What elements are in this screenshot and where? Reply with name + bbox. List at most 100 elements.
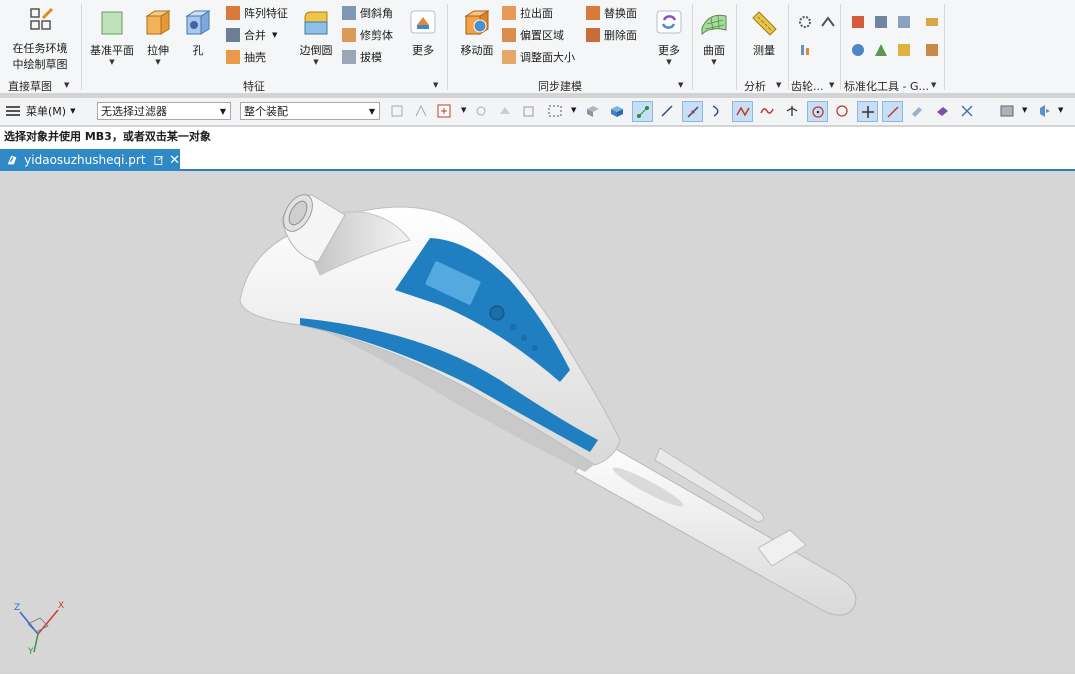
view-orient-icon[interactable] [1035,101,1055,121]
chevron-down-icon: ▼ [70,107,76,115]
edge-blend-icon [304,11,328,35]
std-tools-group-dropdown[interactable]: ▼ [931,81,936,89]
replace-face-button[interactable]: 替换面 [586,4,637,22]
chevron-down-icon[interactable]: ▼ [1022,106,1027,114]
assembly-scope-select[interactable]: 整个装配 ▼ [240,102,380,120]
helical-gear-icon[interactable] [818,12,838,32]
quadrant-snap-icon[interactable] [832,101,852,121]
midpoint-snap-icon[interactable] [682,101,703,122]
axis-z-label: Z [14,603,20,613]
gear-group-dropdown[interactable]: ▼ [829,81,834,89]
sync-more-button[interactable]: 更多 ▼ [650,8,688,66]
chevron-down-icon[interactable]: ▼ [571,106,576,114]
hole-button[interactable]: 孔 [182,8,214,58]
select-all-icon[interactable] [411,101,431,121]
pull-face-button[interactable]: 拉出面 [502,4,553,22]
line-snap-icon[interactable] [657,101,677,121]
object-select-icon[interactable] [471,101,491,121]
tab-part-file[interactable]: yidaosuzhusheqi.prt ✕ [0,149,180,171]
close-icon[interactable]: ✕ [169,153,180,168]
selection-toolbar: 菜单(M) ▼ 无选择过滤器 ▼ 整个装配 ▼ ▼ ▼ ▼ ▼ [0,98,1075,126]
trim-body-button[interactable]: 修剪体 [342,26,393,44]
sketch-in-task-button[interactable]: 在任务环境 中绘制草图 [8,6,72,72]
group-separator [692,4,693,90]
snap-end-icon[interactable] [632,101,653,122]
pattern-feature-label: 阵列特征 [244,7,288,20]
offset-region-button[interactable]: 偏置区域 [502,26,564,44]
gear-tool-icon[interactable] [795,12,815,32]
surface-button[interactable]: 曲面 ▼ [697,8,731,66]
extrude-label: 拉伸 [147,44,169,57]
chevron-down-icon: ▼ [155,58,161,66]
face-select-icon[interactable] [495,101,515,121]
bounded-grid-icon[interactable] [932,101,952,121]
chevron-down-icon: ▼ [219,107,226,116]
measure-button[interactable]: 测量 [746,8,782,58]
chamfer-icon [342,6,356,20]
snap-point-icon[interactable] [434,101,454,121]
delete-face-button[interactable]: 删除面 [586,26,637,44]
resize-face-button[interactable]: 调整面大小 [502,48,575,66]
body-select-icon[interactable] [519,101,539,121]
feature-group-dropdown[interactable]: ▼ [433,81,438,89]
menu-button[interactable]: 菜单(M) ▼ [6,102,75,120]
snap-settings-icon[interactable] [957,101,977,121]
deselect-icon[interactable] [387,101,407,121]
curve-snap-icon[interactable] [707,101,727,121]
existing-point-icon[interactable] [857,101,878,122]
group-label-analysis: 分析 [744,80,766,93]
pull-face-icon [502,6,516,20]
sketch-label-2: 中绘制草图 [12,58,68,71]
chevron-down-icon: ▼ [666,58,672,66]
model-render [239,194,857,616]
chevron-down-icon[interactable]: ▼ [1058,106,1063,114]
datum-plane-button[interactable]: 基准平面 ▼ [88,8,136,66]
rect-select-icon[interactable] [545,101,565,121]
shell-button[interactable]: 抽壳 [226,48,266,66]
axis-x-label: X [58,601,64,611]
group-label-gear: 齿轮... [791,80,824,93]
shell-label: 抽壳 [244,51,266,64]
status-prompt: 选择对象并使用 MB3，或者双击某一对象 [0,127,1075,147]
std-tool-4-icon[interactable] [922,12,942,32]
std-tool-8-icon[interactable] [922,40,942,60]
chevron-down-icon: ▼ [272,31,278,39]
resize-face-icon [502,50,516,64]
direct-sketch-dropdown[interactable]: ▼ [64,81,69,89]
std-tool-1-icon[interactable] [848,12,868,32]
spline-snap-icon[interactable] [757,101,777,121]
pattern-feature-button[interactable]: 阵列特征 [226,4,288,22]
intersection-snap-icon[interactable] [782,101,802,121]
graphics-viewport[interactable]: X Z Y [0,171,1075,671]
edge-blend-button[interactable]: 边倒圆 ▼ [296,8,336,66]
display-mode-icon[interactable] [997,101,1017,121]
trim-body-icon [342,28,356,42]
std-tool-6-icon[interactable] [871,40,891,60]
tab-detach-icon[interactable] [153,155,164,166]
coordinate-triad: X Z Y [14,601,64,656]
gear-param-icon[interactable] [795,40,815,60]
chevron-down-icon[interactable]: ▼ [461,106,466,114]
move-face-button[interactable]: 移动面 [455,8,499,58]
point-on-curve-icon[interactable] [882,101,903,122]
analysis-group-dropdown[interactable]: ▼ [776,81,781,89]
feature-more-button[interactable]: 更多 [404,8,442,58]
extrude-button[interactable]: 拉伸 ▼ [140,8,176,66]
std-tool-3-icon[interactable] [894,12,914,32]
control-point-icon[interactable] [732,101,753,122]
sketch-label-1: 在任务环境 [12,42,68,55]
solid-view-icon[interactable] [607,101,627,121]
chamfer-button[interactable]: 倒斜角 [342,4,393,22]
point-on-face-icon[interactable] [907,101,927,121]
sync-group-dropdown[interactable]: ▼ [678,81,683,89]
selection-filter-select[interactable]: 无选择过滤器 ▼ [97,102,231,120]
draft-button[interactable]: 拔模 [342,48,382,66]
axis-y-label: Y [27,647,34,656]
std-tool-2-icon[interactable] [871,12,891,32]
unite-button[interactable]: 合并 ▼ [226,26,277,44]
shaded-view-icon[interactable] [583,101,603,121]
arc-center-icon[interactable] [807,101,828,122]
std-tool-5-icon[interactable] [848,40,868,60]
std-tool-7-icon[interactable] [894,40,914,60]
surface-icon [701,14,727,36]
